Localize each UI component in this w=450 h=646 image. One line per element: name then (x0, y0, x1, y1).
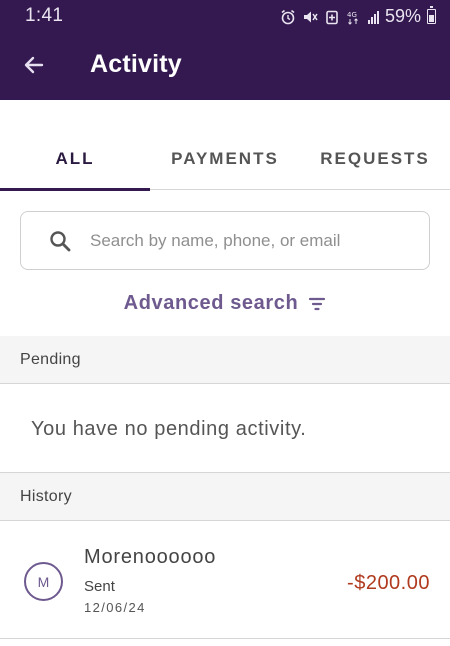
search-box (20, 211, 430, 270)
transaction-name: Morenoooooo (84, 546, 217, 568)
arrow-left-icon (24, 56, 44, 74)
search-icon (47, 228, 73, 254)
signal-icon (367, 10, 379, 24)
transaction-date: 12/06/24 (84, 600, 146, 615)
battery-percent: 59% (384, 6, 421, 26)
transaction-row[interactable]: M Morenoooooo Sent 12/06/24 -$200.00 (0, 522, 450, 639)
data-4g-icon: 4G (346, 9, 362, 25)
filter-icon (309, 297, 326, 310)
mute-icon (302, 9, 318, 25)
history-section-header: History (0, 472, 450, 521)
search-input[interactable] (90, 230, 390, 251)
avatar: M (24, 562, 63, 601)
tab-requests[interactable]: REQUESTS (300, 130, 450, 190)
alarm-icon (280, 9, 296, 25)
tab-all[interactable]: ALL (0, 130, 150, 191)
battery-saver-icon (324, 9, 340, 25)
pending-empty-message: You have no pending activity. (31, 418, 307, 440)
battery-icon (427, 6, 436, 24)
page-title: Activity (90, 50, 182, 78)
svg-text:4G: 4G (347, 11, 357, 19)
transaction-amount: -$200.00 (347, 572, 430, 594)
back-button[interactable] (18, 50, 50, 80)
activity-tabs: ALL PAYMENTS REQUESTS (0, 130, 450, 191)
advanced-search-label: Advanced search (123, 292, 299, 314)
advanced-search-button[interactable]: Advanced search (0, 292, 450, 315)
transaction-status: Sent (84, 578, 115, 595)
tab-payments[interactable]: PAYMENTS (150, 130, 300, 190)
pending-section-header: Pending (0, 336, 450, 384)
status-icons: 4G 59% (280, 6, 436, 27)
app-bar: 1:41 4G 59% Activity (0, 0, 450, 100)
status-time: 1:41 (25, 5, 64, 26)
